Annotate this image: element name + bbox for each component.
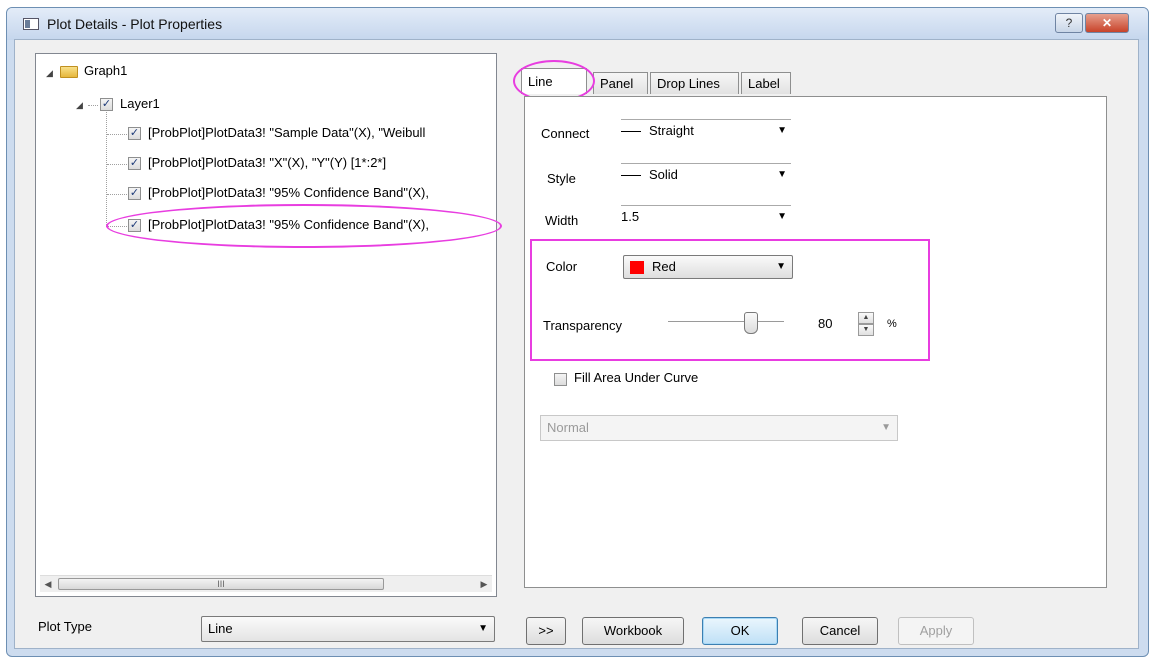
plot-type-value: Line: [208, 621, 233, 636]
line-sample: [621, 175, 641, 177]
tree-horizontal-scrollbar[interactable]: ◀ III ▶: [40, 575, 492, 592]
fill-area-label: Fill Area Under Curve: [574, 370, 699, 385]
tree-connector: [88, 105, 98, 106]
chevron-down-icon: ▼: [777, 169, 787, 180]
plot-checkbox[interactable]: ✓: [128, 127, 141, 140]
fill-mode-value: Normal: [547, 420, 589, 435]
tree-item-plot[interactable]: [ProbPlot]PlotData3! "Sample Data"(X), "…: [148, 123, 425, 143]
scroll-thumb[interactable]: III: [58, 578, 384, 590]
chevron-down-icon: ▼: [478, 623, 488, 634]
width-value: 1.5: [621, 209, 640, 224]
window-app-icon: [23, 18, 39, 30]
apply-button: Apply: [898, 617, 974, 645]
highlight-box-color-transparency: [530, 239, 930, 361]
line-sample: [621, 131, 641, 133]
width-combo[interactable]: 1.5 ▼: [621, 205, 791, 229]
title-bar[interactable]: Plot Details - Plot Properties ? ✕: [7, 8, 1148, 40]
expand-layer-icon[interactable]: ◢: [76, 100, 83, 111]
layer-checkbox[interactable]: ✓: [100, 98, 113, 111]
window-title: Plot Details - Plot Properties: [47, 16, 223, 32]
tab-drop-lines[interactable]: Drop Lines: [650, 72, 739, 94]
expand-graph-icon[interactable]: ◢: [46, 68, 53, 79]
plot-tree-panel[interactable]: ◢ Graph1 ◢ ✓ Layer1 ✓ [ProbPlot]PlotData…: [35, 53, 497, 597]
close-button[interactable]: ✕: [1085, 13, 1129, 33]
workbook-button[interactable]: Workbook: [582, 617, 684, 645]
expand-button[interactable]: >>: [526, 617, 566, 645]
folder-icon: [60, 66, 78, 78]
chevron-down-icon: ▼: [881, 422, 891, 433]
tree-item-graph[interactable]: Graph1: [84, 61, 127, 81]
fill-area-checkbox[interactable]: [554, 373, 567, 386]
tree-connector: [107, 164, 127, 165]
chevron-down-icon: ▼: [777, 125, 787, 136]
tree-connector: [106, 112, 107, 227]
help-button[interactable]: ?: [1055, 13, 1083, 33]
connect-value: Straight: [649, 123, 694, 138]
tree-connector: [107, 194, 127, 195]
ok-button[interactable]: OK: [702, 617, 778, 645]
scroll-right-icon[interactable]: ▶: [476, 576, 492, 592]
plot-checkbox[interactable]: ✓: [128, 187, 141, 200]
cancel-button[interactable]: Cancel: [802, 617, 878, 645]
tree-item-plot[interactable]: [ProbPlot]PlotData3! "X"(X), "Y"(Y) [1*:…: [148, 153, 386, 173]
scroll-left-icon[interactable]: ◀: [40, 576, 56, 592]
highlight-ellipse-selection: [106, 204, 502, 248]
plot-checkbox[interactable]: ✓: [128, 157, 141, 170]
tab-label[interactable]: Label: [741, 72, 791, 94]
style-combo[interactable]: Solid ▼: [621, 163, 791, 187]
tree-item-layer[interactable]: Layer1: [120, 94, 160, 114]
chevron-down-icon: ▼: [777, 211, 787, 222]
tab-panel[interactable]: Panel: [593, 72, 648, 94]
tree-connector: [107, 134, 127, 135]
tree-item-plot[interactable]: [ProbPlot]PlotData3! "95% Confidence Ban…: [148, 183, 429, 203]
style-value: Solid: [649, 167, 678, 182]
plot-type-combo[interactable]: Line ▼: [201, 616, 495, 642]
connect-label: Connect: [541, 126, 590, 141]
fill-mode-combo: Normal ▼: [540, 415, 898, 441]
plot-type-label: Plot Type: [38, 619, 92, 634]
width-label: Width: [545, 213, 579, 228]
style-label: Style: [547, 171, 576, 186]
connect-combo[interactable]: Straight ▼: [621, 119, 791, 143]
